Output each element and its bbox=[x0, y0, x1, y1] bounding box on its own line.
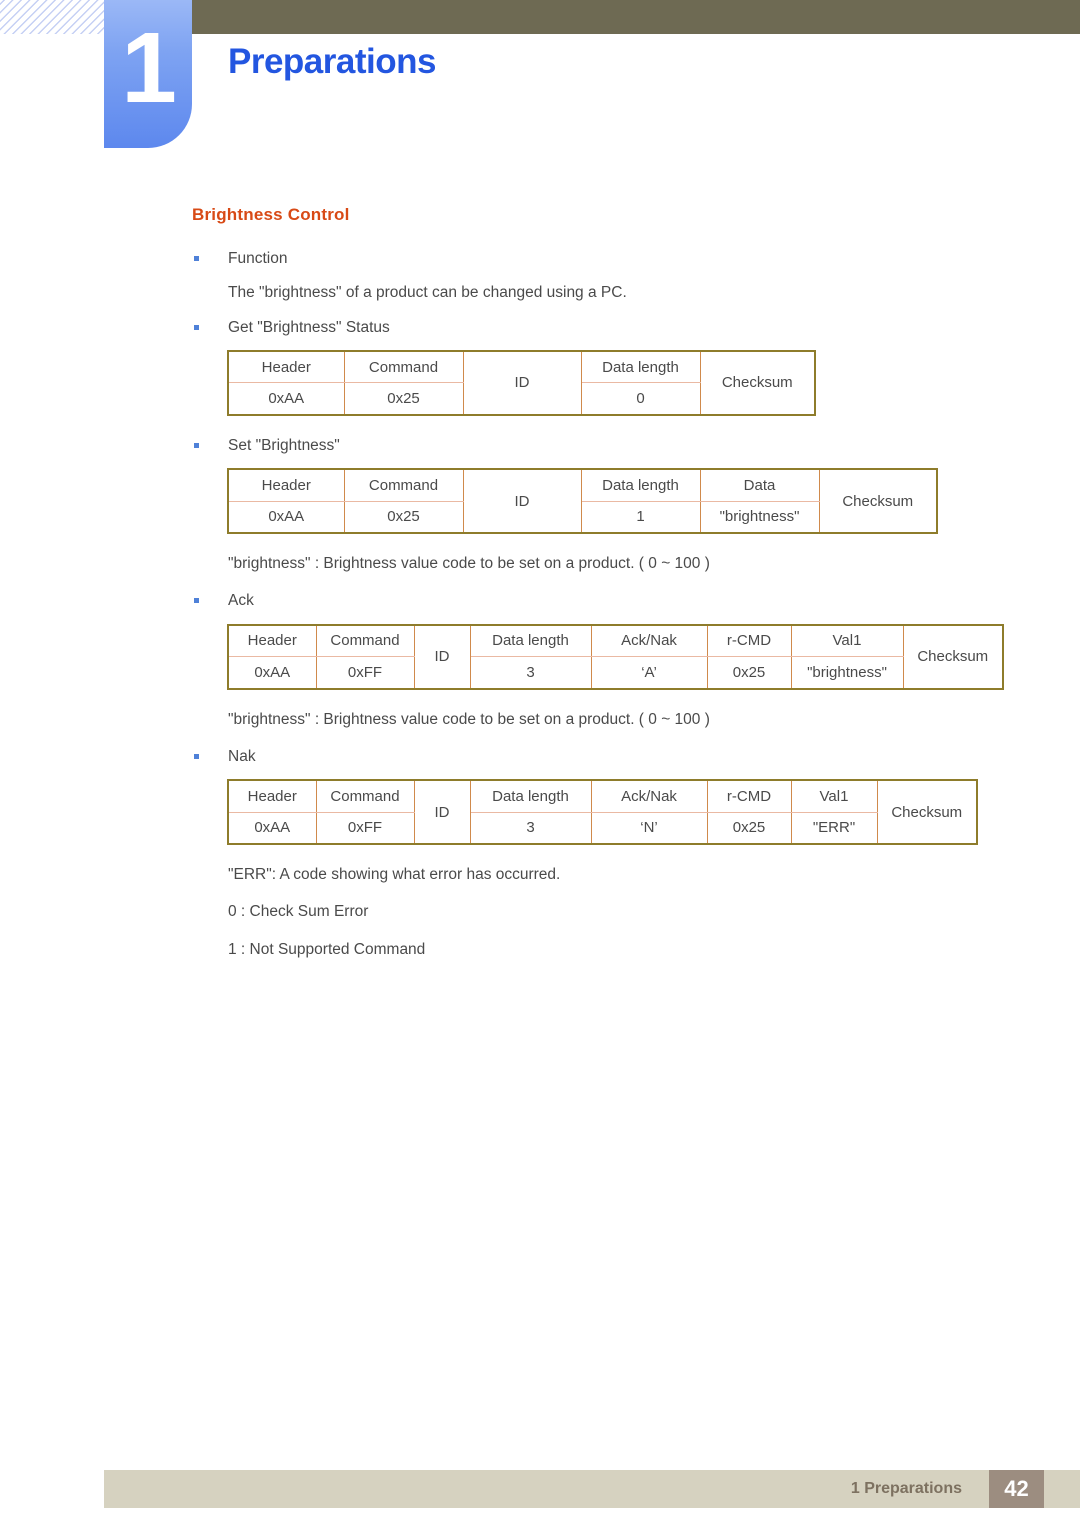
cell-command-value: 0x25 bbox=[343, 500, 464, 533]
cell-header-label: Header bbox=[228, 624, 317, 657]
err-description: "ERR": A code showing what error has occ… bbox=[228, 866, 561, 883]
cell-data-length-value: 3 bbox=[469, 811, 592, 844]
cell-command-label: Command bbox=[343, 350, 464, 384]
cell-val1-value: "ERR" bbox=[790, 811, 877, 844]
cell-data-length-value: 0 bbox=[580, 382, 700, 415]
brightness-range-note-2: "brightness" : Brightness value code to … bbox=[228, 710, 710, 728]
chapter-title: Preparations bbox=[228, 42, 436, 81]
cell-val1-label: Val1 bbox=[790, 624, 904, 657]
table-row: Header Command ID Data length Checksum bbox=[228, 350, 815, 415]
page-number-badge: 42 bbox=[989, 1470, 1044, 1508]
protocol-table-nak: Header Command ID Data length Ack/Nak r-… bbox=[227, 779, 978, 845]
cell-val1-label: Val1 bbox=[790, 780, 878, 813]
bullet-item-function: Function bbox=[192, 247, 1080, 270]
cell-header-value: 0xAA bbox=[228, 811, 317, 844]
cell-data-label: Data bbox=[699, 469, 820, 502]
cell-header-label: Header bbox=[228, 780, 317, 813]
bullet-item-ack: Ack bbox=[192, 589, 1080, 612]
table-wrap-get-status: Header Command ID Data length Checksum 0… bbox=[227, 349, 1080, 416]
bullet-label-nak: Nak bbox=[228, 747, 256, 765]
cell-val1-value: "brightness" bbox=[790, 656, 903, 689]
table-row: 0xAA 0xFF 3 ‘N’ 0x25 "ERR" bbox=[228, 811, 977, 844]
table-row: Header Command ID Data length Ack/Nak r-… bbox=[228, 624, 1003, 689]
bullet-item-nak: Nak bbox=[192, 745, 1080, 768]
cell-header-value: 0xAA bbox=[228, 656, 317, 689]
err-code-1: 1 : Not Supported Command bbox=[228, 940, 426, 958]
bullet-item-get-status: Get "Brightness" Status bbox=[192, 316, 1080, 339]
bullet-label-ack: Ack bbox=[228, 592, 254, 610]
cell-data-length-value: 1 bbox=[580, 500, 701, 533]
cell-r-cmd-value: 0x25 bbox=[706, 811, 792, 844]
cell-ack-nak-value: ‘N’ bbox=[590, 811, 708, 844]
cell-checksum-label: Checksum bbox=[818, 469, 937, 533]
bullet-label-set-brightness: Set "Brightness" bbox=[228, 436, 340, 454]
table-row: Header Command ID Data length Data Check… bbox=[228, 469, 937, 533]
cell-header-value: 0xAA bbox=[228, 500, 345, 533]
bullet-dot-icon bbox=[194, 753, 199, 759]
cell-id-label: ID bbox=[462, 350, 582, 415]
bullet-dot-icon bbox=[194, 324, 199, 330]
cell-id-label: ID bbox=[413, 624, 471, 689]
protocol-table-set-brightness: Header Command ID Data length Data Check… bbox=[227, 468, 938, 534]
footer-chapter-reference: 1 Preparations bbox=[850, 1480, 962, 1497]
cell-header-label: Header bbox=[228, 469, 345, 502]
cell-ack-nak-label: Ack/Nak bbox=[590, 780, 708, 813]
page-content: Brightness Control Function The "brightn… bbox=[0, 205, 1080, 975]
chapter-number-badge: 1 bbox=[104, 0, 192, 148]
cell-ack-nak-value: ‘A’ bbox=[590, 656, 708, 689]
cell-id-label: ID bbox=[413, 780, 471, 844]
cell-checksum-label: Checksum bbox=[876, 780, 977, 844]
function-description: The "brightness" of a product can be cha… bbox=[228, 284, 627, 302]
cell-id-label: ID bbox=[462, 469, 582, 533]
protocol-table-ack: Header Command ID Data length Ack/Nak r-… bbox=[227, 623, 1004, 690]
table-wrap-set-brightness: Header Command ID Data length Data Check… bbox=[227, 468, 1080, 534]
table-wrap-nak: Header Command ID Data length Ack/Nak r-… bbox=[227, 779, 1080, 845]
brightness-range-note-1: "brightness" : Brightness value code to … bbox=[228, 555, 710, 572]
cell-header-label: Header bbox=[228, 350, 345, 384]
cell-command-label: Command bbox=[343, 469, 464, 502]
cell-data-length-label: Data length bbox=[469, 780, 592, 813]
bullet-label-function: Function bbox=[228, 250, 288, 267]
table-wrap-ack: Header Command ID Data length Ack/Nak r-… bbox=[227, 623, 1080, 690]
bullet-label-get-status: Get "Brightness" Status bbox=[228, 318, 390, 336]
header-olive-bar bbox=[192, 0, 1080, 34]
cell-r-cmd-label: r-CMD bbox=[706, 624, 792, 657]
page-header: 1 Preparations bbox=[0, 0, 1080, 160]
cell-command-label: Command bbox=[315, 780, 415, 813]
bullet-dot-icon bbox=[194, 598, 199, 604]
bullet-item-set-brightness: Set "Brightness" bbox=[192, 434, 1080, 457]
cell-data-length-label: Data length bbox=[469, 624, 592, 657]
cell-ack-nak-label: Ack/Nak bbox=[590, 624, 708, 657]
cell-data-length-value: 3 bbox=[469, 656, 592, 689]
cell-checksum-label: Checksum bbox=[699, 350, 815, 415]
protocol-table-get-status: Header Command ID Data length Checksum 0… bbox=[227, 349, 816, 416]
cell-command-label: Command bbox=[315, 624, 415, 657]
err-code-0: 0 : Check Sum Error bbox=[228, 903, 369, 921]
cell-data-value: "brightness" bbox=[699, 500, 819, 533]
page-footer: 1 Preparations 42 bbox=[104, 1470, 1080, 1508]
bullet-dot-icon bbox=[194, 442, 199, 448]
cell-checksum-label: Checksum bbox=[902, 624, 1003, 689]
cell-r-cmd-value: 0x25 bbox=[706, 656, 792, 689]
cell-r-cmd-label: r-CMD bbox=[706, 780, 792, 813]
cell-command-value: 0xFF bbox=[315, 656, 415, 689]
cell-command-value: 0x25 bbox=[343, 382, 464, 415]
cell-header-value: 0xAA bbox=[228, 382, 345, 415]
cell-command-value: 0xFF bbox=[315, 811, 415, 844]
cell-data-length-label: Data length bbox=[580, 350, 701, 384]
cell-data-length-label: Data length bbox=[580, 469, 701, 502]
table-row: 0xAA 0xFF 3 ‘A’ 0x25 "brightness" bbox=[228, 656, 1003, 689]
section-heading: Brightness Control bbox=[192, 205, 350, 224]
table-row: Header Command ID Data length Ack/Nak r-… bbox=[228, 780, 977, 844]
bullet-dot-icon bbox=[194, 256, 199, 261]
